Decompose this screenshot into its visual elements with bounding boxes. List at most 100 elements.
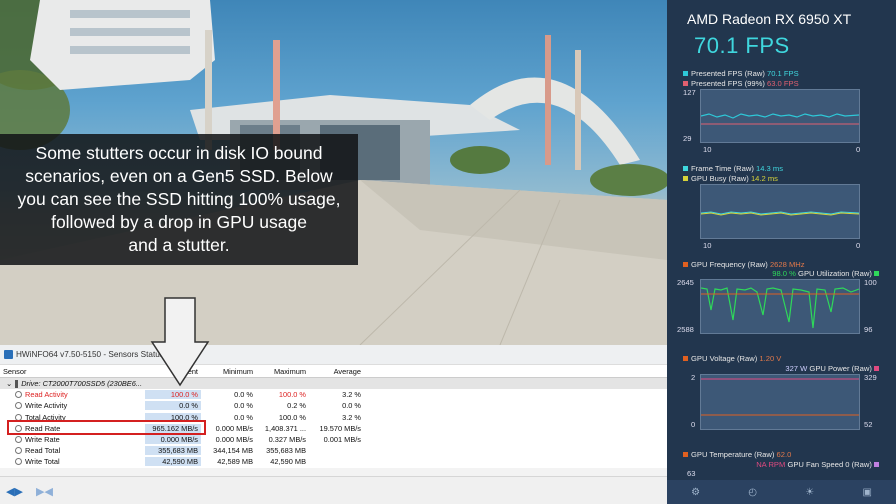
caption-box: Some stutters occur in disk IO bound sce… [0,134,358,265]
table-row[interactable]: Write Rate 0.000 MB/s 0.000 MB/s 0.327 MB/s… [0,433,667,446]
gpu-name: AMD Radeon RX 6950 XT [687,11,852,27]
y-axis-left-min: 0 [691,420,696,429]
drive-group-row[interactable]: ⌄ Drive: CT2000T700SSD5 (230BE6... [0,378,667,390]
caption-line: and a stutter. [128,235,230,255]
fps-plot [700,89,860,143]
cell-current: 0.000 MB/s [145,435,201,445]
legend-value: 1.20 V [759,354,782,363]
y-axis-max: 63 [687,469,696,478]
frequency-plot [700,279,860,334]
window-titlebar[interactable]: HWiNFO64 v7.50-5150 - Sensors Status [0,345,667,365]
performance-overlay: AMD Radeon RX 6950 XT 70.1 FPS Presented… [667,0,896,504]
gpu-frequency-graph: GPU Frequency (Raw) 2628 MHz 98.0 % GPU … [667,259,896,345]
legend-label: GPU Busy (Raw) [691,174,749,183]
legend-label: GPU Temperature (Raw) [691,450,775,459]
y-axis-max: 127 [683,88,696,97]
power-plot [700,374,860,430]
legend-value: 2628 MHz [769,260,805,269]
y-axis-left-max: 2 [691,373,696,382]
legend-label: GPU Voltage (Raw) [691,354,758,363]
cell-current: 0.0 % [145,401,201,411]
legend-value: 327 W [785,364,808,373]
legend-swatch [683,452,688,457]
cell-minimum: 0.000 MB/s [215,435,253,445]
caption-line: you can see the SSD hitting 100% usage, [17,189,341,209]
frametime-graph: Frame Time (Raw) 14.3 ms GPU Busy (Raw) … [667,163,896,255]
collapse-chevron-icon[interactable]: ⌄ [6,379,12,388]
legend-value: 62.0 [776,450,792,459]
legend-label: Presented FPS (99%) [691,79,765,88]
header-sensor[interactable]: Sensor [0,367,145,376]
down-arrow-icon [150,297,210,387]
table-header: Sensor Current Minimum Maximum Average [0,365,667,378]
sensor-gauge-icon [15,458,22,466]
x-axis-left: 10 [703,145,712,154]
hwinfo-toolbar: ◀▶ ▶◀ [0,476,667,504]
cell-maximum: 100.0 % [278,390,306,400]
table-row[interactable]: Write Total 42,590 MB 42,589 MB 42,590 MB [0,456,667,468]
legend-value: 98.0 % [772,269,796,278]
legend-label: Frame Time (Raw) [691,164,754,173]
gpu-power-graph: GPU Voltage (Raw) 1.20 V 327 W GPU Power… [667,352,896,442]
legend-value: 14.2 ms [750,174,778,183]
sensor-gauge-icon [15,436,22,444]
header-average[interactable]: Average [309,367,364,376]
legend-label: Presented FPS (Raw) [691,69,765,78]
legend-label: GPU Frequency (Raw) [691,260,768,269]
clock-icon: ◴ [748,486,758,498]
cell-average: 3.2 % [342,412,361,422]
table-row[interactable]: Read Total 355,683 MB 344,154 MB 355,683 MB [0,445,667,457]
drive-icon [15,379,19,388]
legend-value: 63.0 FPS [767,79,799,88]
cell-minimum: 344,154 MB [213,446,253,456]
legend-swatch [874,366,879,371]
x-axis-right: 0 [856,241,861,250]
legend-swatch [874,271,879,276]
legend-swatch [683,262,688,267]
legend-swatch [683,176,688,181]
caption-line: followed by a drop in GPU usage [51,212,307,232]
cell-maximum: 42,590 MB [270,457,306,467]
sun-icon: ☀ [805,486,815,498]
legend-label: GPU Utilization (Raw) [798,269,872,278]
table-row[interactable]: Write Activity 0.0 % 0.0 % 0.2 % 0.0 % [0,400,667,412]
y-axis-min: 29 [683,134,692,143]
cell-average: 3.2 % [342,390,361,400]
cell-average: 0.0 % [342,401,361,411]
sensor-gauge-icon [15,447,22,455]
overlay-footer: ⚙ ◴ ☀ ▣ [667,480,896,504]
read-rate-highlight [7,420,206,435]
cell-current: 355,683 MB [145,446,201,456]
frametime-plot [700,184,860,239]
screen-icon: ▣ [862,486,872,498]
sensor-gauge-icon [15,391,22,399]
cell-average: 0.001 MB/s [323,435,361,445]
cell-maximum: 0.2 % [287,401,306,411]
drive-name: Drive: CT2000T700SSD5 (230BE6... [21,379,142,389]
y-axis-right-max: 100 [864,278,877,287]
cell-minimum: 0.000 MB/s [215,423,253,433]
legend-swatch [683,71,688,76]
header-maximum[interactable]: Maximum [256,367,309,376]
cell-minimum: 42,589 MB [217,457,253,467]
cell-maximum: 100.0 % [278,412,306,422]
app-icon [4,350,13,359]
legend-swatch [683,166,688,171]
y-axis-right-min: 52 [864,420,873,429]
cell-maximum: 0.327 MB/s [268,435,306,445]
y-axis-right-max: 329 [864,373,877,382]
nav-left-right-icon[interactable]: ◀▶ [6,485,23,498]
y-axis-right-min: 96 [864,325,873,334]
legend-swatch [683,81,688,86]
cell-maximum: 355,683 MB [266,446,306,456]
legend-value: 70.1 FPS [766,69,799,78]
fps-graph: Presented FPS (Raw) 70.1 FPS Presented F… [667,68,896,156]
cell-minimum: 0.0 % [234,390,253,400]
sensor-name: Read Total [25,446,61,456]
fps-readout: 70.1 FPS [694,33,790,58]
x-axis-left: 10 [703,241,712,250]
y-axis-left-min: 2588 [677,325,694,334]
nav-collapse-icon[interactable]: ▶◀ [36,485,53,498]
table-row[interactable]: Read Activity 100.0 % 0.0 % 100.0 % 3.2 % [0,389,667,401]
legend-label: GPU Power (Raw) [809,364,872,373]
